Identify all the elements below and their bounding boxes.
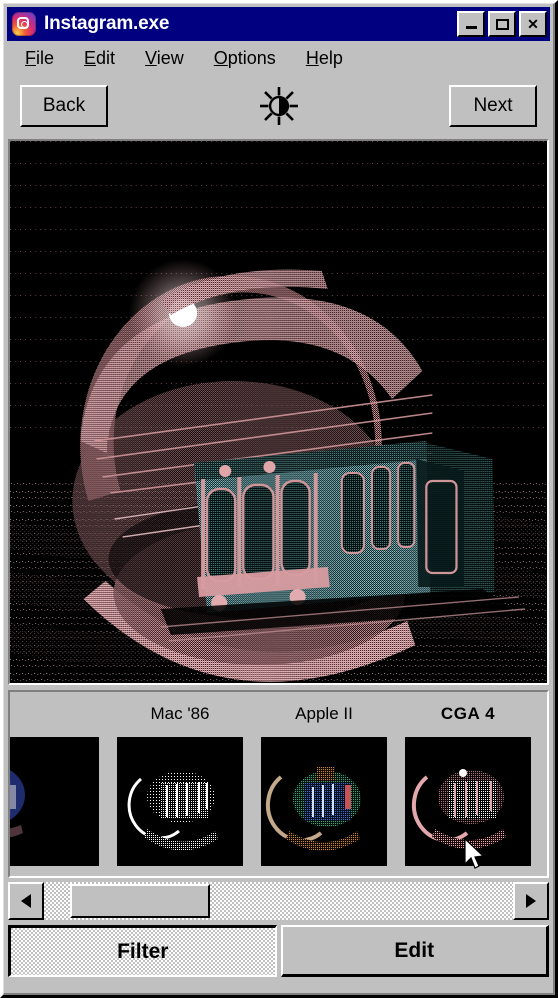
filmstrip-item-2[interactable]: [252, 737, 396, 866]
dithered-train-image: [10, 141, 547, 683]
filmstrip-label-3: CGA 4: [440, 704, 496, 723]
thumb-image-3: [405, 737, 531, 866]
menu-item-view[interactable]: View: [145, 48, 184, 69]
filmstrip-scrollbar[interactable]: [8, 882, 549, 920]
menu-bar: File Edit View Options Help: [7, 41, 550, 75]
maximize-button[interactable]: [488, 11, 516, 37]
menu-item-edit[interactable]: Edit: [84, 48, 115, 69]
menu-item-file[interactable]: File: [25, 48, 54, 69]
filmstrip-item-4[interactable]: [540, 737, 547, 866]
image-viewport[interactable]: [8, 139, 549, 685]
filmstrip-labels: Mac '86 Apple II CGA 4: [10, 692, 547, 736]
scroll-right-arrow-icon: [526, 894, 536, 908]
window-inner-frame: Instagram.exe ✕ File Edit View Options H…: [3, 3, 555, 995]
scroll-left-button[interactable]: [8, 882, 44, 920]
filmstrip-item-3[interactable]: [396, 737, 540, 866]
title-bar[interactable]: Instagram.exe ✕: [7, 7, 550, 41]
thumb-apple2[interactable]: [261, 737, 387, 866]
thumb-image-1: [117, 737, 243, 866]
thumb-mac86[interactable]: [117, 737, 243, 866]
filmstrip-label-1: Mac '86: [150, 704, 210, 723]
thumb-image-2: [261, 737, 387, 866]
maximize-icon: [490, 13, 514, 35]
tab-edit[interactable]: Edit: [280, 925, 549, 977]
thumb-image-0: [10, 737, 99, 866]
menu-item-help[interactable]: Help: [306, 48, 343, 69]
back-button[interactable]: Back: [20, 85, 108, 127]
toolbar: Back Next: [7, 75, 550, 137]
menu-item-file-rest: ile: [36, 47, 55, 68]
filmstrip-item-1[interactable]: [108, 737, 252, 866]
instagram-logo-icon: [12, 12, 36, 36]
menu-item-help-rest: elp: [318, 47, 343, 68]
menu-item-options-rest: ptions: [227, 47, 276, 68]
scroll-right-button[interactable]: [513, 882, 549, 920]
close-button[interactable]: ✕: [519, 11, 547, 37]
brightness-contrast-icon[interactable]: [259, 87, 298, 125]
tab-filter[interactable]: Filter: [8, 925, 277, 977]
menu-item-options[interactable]: Options: [214, 48, 276, 69]
filmstrip-item-0[interactable]: [10, 737, 108, 866]
bottom-tab-bar: Filter Edit: [8, 925, 549, 977]
minimize-icon: [459, 13, 483, 35]
thumb-partial-left[interactable]: [10, 737, 99, 866]
minimize-button[interactable]: [457, 11, 485, 37]
filmstrip-panel: Mac '86 Apple II CGA 4: [8, 690, 549, 878]
thumb-cga4[interactable]: [405, 737, 531, 866]
scrollbar-thumb[interactable]: [70, 884, 210, 918]
menu-item-view-rest: iew: [156, 47, 184, 68]
scroll-left-arrow-icon: [21, 894, 31, 908]
application-window: Instagram.exe ✕ File Edit View Options H…: [0, 0, 558, 998]
window-controls: ✕: [457, 11, 547, 37]
filmstrip-label-2: Apple II: [295, 704, 353, 723]
scrollbar-track[interactable]: [44, 882, 513, 920]
menu-item-edit-rest: dit: [96, 47, 116, 68]
window-title: Instagram.exe: [44, 13, 170, 34]
next-button[interactable]: Next: [449, 85, 537, 127]
close-icon: ✕: [527, 16, 539, 32]
filmstrip-thumbnails: [10, 736, 547, 876]
